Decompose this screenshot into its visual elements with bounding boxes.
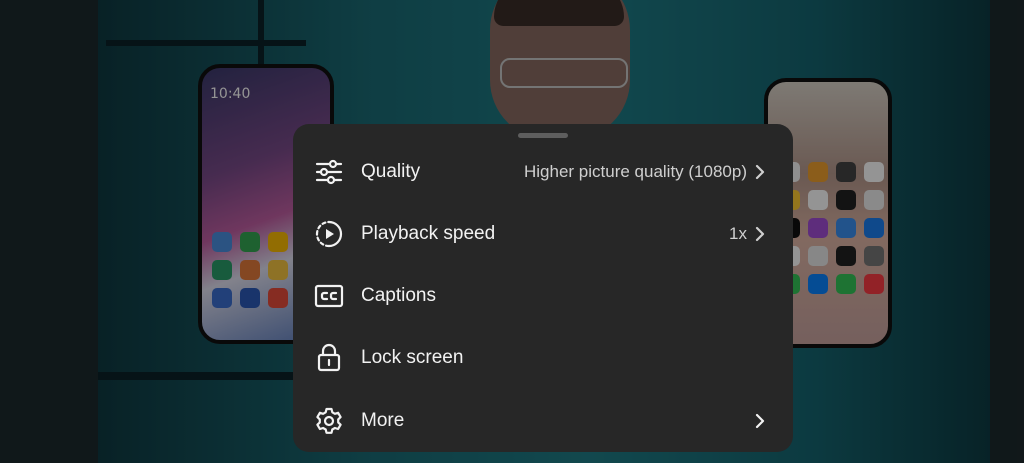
more-label: More: [361, 410, 405, 431]
quality-row[interactable]: Quality Higher picture quality (1080p): [293, 141, 793, 203]
chevron-right-icon: [753, 161, 767, 183]
playback-speed-label: Playback speed: [361, 223, 496, 244]
player-settings-sheet: Quality Higher picture quality (1080p) P…: [293, 124, 793, 452]
chevron-right-icon: [753, 410, 767, 432]
playback-speed-icon: [313, 218, 345, 250]
drag-handle[interactable]: [518, 133, 568, 138]
playback-speed-row[interactable]: Playback speed 1x: [293, 203, 793, 265]
lock-icon: [313, 342, 345, 374]
playback-speed-value: 1x: [729, 224, 747, 243]
lock-screen-label: Lock screen: [361, 347, 464, 368]
quality-sliders-icon: [313, 156, 345, 188]
quality-value: Higher picture quality (1080p): [523, 162, 747, 181]
lock-screen-row[interactable]: Lock screen: [293, 327, 793, 389]
more-row[interactable]: More: [293, 390, 793, 452]
quality-label: Quality: [361, 161, 421, 182]
captions-label: Captions: [361, 285, 436, 306]
captions-icon: [313, 280, 345, 312]
chevron-right-icon: [753, 223, 767, 245]
captions-row[interactable]: Captions: [293, 265, 793, 327]
gear-icon: [313, 405, 345, 437]
